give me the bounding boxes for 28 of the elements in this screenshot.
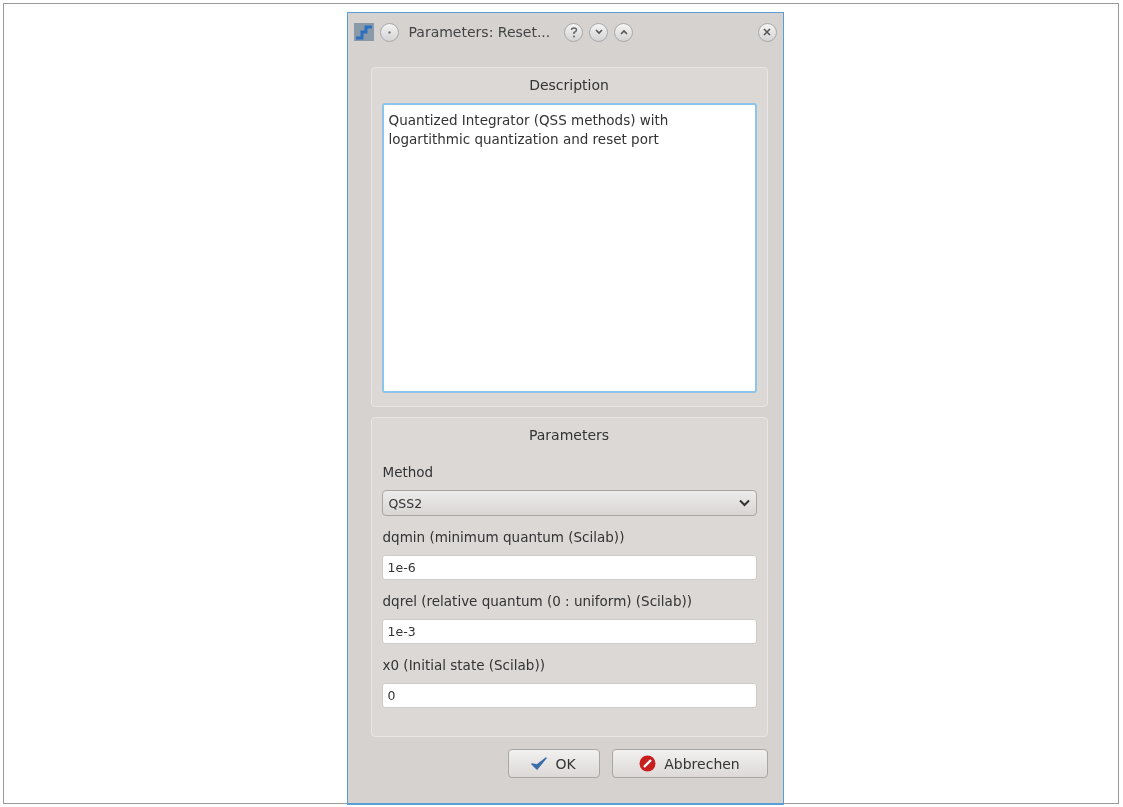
minimize-button[interactable] xyxy=(589,22,609,42)
description-text-area[interactable]: Quantized Integrator (QSS methods) with logartithmic quantization and reset port xyxy=(381,103,757,393)
field-label: dqmin (minimum quantum (Scilab)) xyxy=(382,529,626,545)
checkmark-icon xyxy=(531,756,548,771)
close-icon xyxy=(763,28,771,36)
cancel-icon xyxy=(639,755,657,772)
field-label: Method xyxy=(382,464,435,480)
field-label: x0 (Initial state (Scilab)) xyxy=(382,657,546,673)
app-icon xyxy=(353,23,374,41)
menu-button[interactable] xyxy=(379,22,399,42)
chevron-down-icon xyxy=(594,29,603,35)
cancel-button[interactable]: Abbrechen xyxy=(611,749,768,778)
input-field[interactable]: 0 xyxy=(381,683,757,708)
ok-button[interactable]: OK xyxy=(507,749,600,778)
input-field[interactable]: 1e-3 xyxy=(381,619,757,644)
dot-icon xyxy=(387,30,391,34)
field-label: dqrel (relative quantum (0 : uniform) (Scilab)) xyxy=(382,593,693,609)
question-mark-icon xyxy=(569,26,578,38)
help-button[interactable] xyxy=(564,22,584,42)
panel-heading: Parameters xyxy=(527,426,611,445)
caret-icon xyxy=(738,499,750,507)
maximize-button[interactable] xyxy=(614,22,634,42)
panel-heading: Description xyxy=(528,76,610,95)
chevron-up-icon xyxy=(619,29,628,35)
input-field[interactable]: 1e-6 xyxy=(381,555,757,580)
method-dropdown[interactable]: QSS2 xyxy=(381,490,757,516)
window-title: Parameters: Reset... xyxy=(408,24,551,40)
close-button[interactable] xyxy=(757,22,777,42)
